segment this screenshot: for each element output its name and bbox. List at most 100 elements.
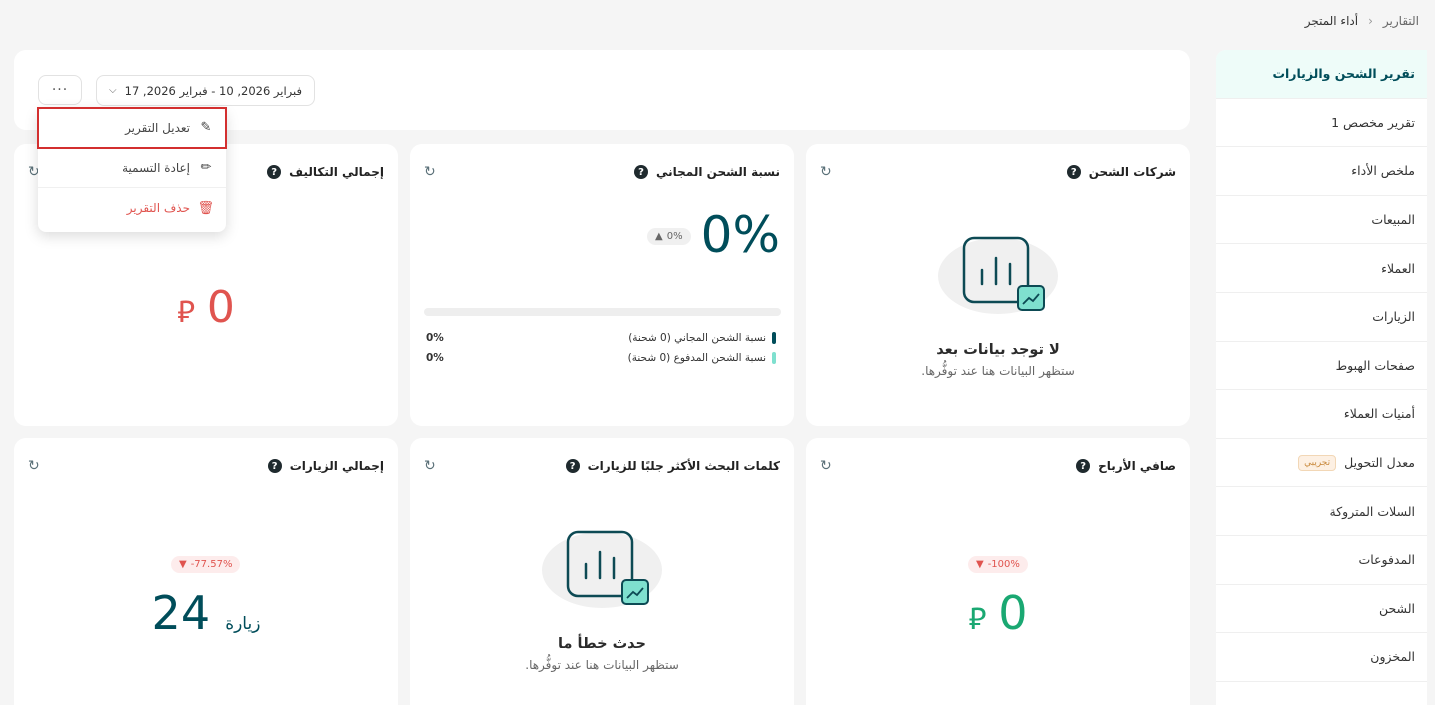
sidebar-item-label: الزيارات [1372,309,1415,325]
trash-icon: 🗑 [197,200,214,216]
refresh-icon[interactable]: ↻ [28,458,40,474]
trend-value: 0% [666,231,683,242]
card-title: إجمالي الزيارات [289,459,384,473]
sidebar-item-label: المدفوعات [1358,552,1415,568]
triangle-up-icon: ▲ [655,231,663,242]
sidebar-item-payments[interactable]: المدفوعات [1216,536,1427,585]
breadcrumb: التقارير ‹ أداء المتجر [1305,14,1419,28]
card-title: إجمالي التكاليف [289,165,384,179]
refresh-icon[interactable]: ↻ [424,164,436,180]
free-shipping-value: 0% [700,206,780,264]
sidebar-item-label: معدل التحويل [1344,455,1415,471]
total-costs-value: ⃁ 0 [14,282,398,333]
menu-item-label: حذف التقرير [126,201,190,215]
menu-item-label: تعديل التقرير [125,120,190,135]
chevron-left-icon: ‹ [1368,14,1373,28]
trend-badge: ▼ -100% [968,556,1028,573]
card-title: شركات الشحن [1088,165,1176,179]
sidebar-item-label: الشحن [1378,600,1415,616]
reports-sidebar: تقرير الشحن والزيارات تقرير مخصص 1 ملخص … [1216,50,1427,705]
refresh-icon[interactable]: ↻ [820,458,832,474]
legend-label: نسبة الشحن المجاني (0 شحنة) [628,332,766,344]
currency-icon: ⃁ [968,602,987,637]
breadcrumb-root[interactable]: التقارير [1383,14,1419,28]
card-total-visits: إجمالي الزيارات ? ↻ ▼ -77.57% 24 زيارة [14,438,398,705]
beta-badge: تجريبي [1298,454,1337,471]
sidebar-item-performance[interactable]: ملخص الأداء [1216,147,1427,196]
empty-subtitle: ستظهر البيانات هنا عند توفُّرها. [921,364,1075,378]
menu-item-label: إعادة التسمية [122,160,190,175]
currency-icon: ⃁ [177,295,195,330]
refresh-icon[interactable]: ↻ [820,164,832,180]
card-free-shipping: نسبة الشحن المجاني ? ↻ 0% ▲ 0% نسبة الشحن… [410,144,794,426]
empty-state: لا توجد بيانات بعد ستظهر البيانات هنا عن… [806,342,1190,378]
breadcrumb-current: أداء المتجر [1304,14,1359,28]
pencil-icon: ✏ [200,160,212,175]
help-icon[interactable]: ? [565,459,580,473]
error-state: حدث خطأ ما ستظهر البيانات هنا عند توفُّر… [410,636,794,672]
error-title: حدث خطأ ما [558,636,646,652]
help-icon[interactable]: ? [634,165,648,179]
menu-item-edit-report[interactable]: ✎ تعديل التقرير [37,107,227,149]
sidebar-item-conversion[interactable]: معدل التحويل تجريبي [1216,439,1427,488]
error-subtitle: ستظهر البيانات هنا عند توفُّرها. [525,658,679,672]
menu-item-rename[interactable]: ✏ إعادة التسمية [38,148,226,188]
trend-badge: ▼ -77.57% [171,556,241,573]
sidebar-item-inventory[interactable]: المخزون [1216,633,1427,682]
sidebar-item-label: تقرير مخصص 1 [1331,114,1415,130]
sidebar-item-label: العملاء [1381,260,1415,276]
total-visits-value: 24 زيارة [14,586,398,640]
triangle-down-icon: ▼ [976,559,984,570]
sidebar-item-label: السلات المتروكة [1329,503,1416,519]
legend-swatch [772,352,776,364]
card-title: صافي الأرباح [1098,459,1176,473]
sidebar-item-label: ملخص الأداء [1351,163,1415,179]
total-visits-unit: زيارة [225,614,261,634]
date-range-picker[interactable]: فبراير 2026, 10 - فبراير 2026, 17 ⌵ [96,75,315,106]
card-top-keywords: كلمات البحث الأكثر جلبًا للزيارات ? ↻ حد… [410,438,794,705]
help-icon[interactable]: ? [267,165,282,179]
chart-empty-icon [938,236,1058,314]
card-title: نسبة الشحن المجاني [656,165,780,179]
sidebar-item-label: صفحات الهبوط [1335,357,1415,373]
sidebar-item-abandoned-carts[interactable]: السلات المتروكة [1216,487,1427,536]
trend-badge: ▲ 0% [647,228,691,245]
sidebar-item-label: المخزون [1370,649,1415,665]
legend-free: نسبة الشحن المجاني (0 شحنة) 0% [426,332,776,344]
legend-value: 0% [426,332,444,344]
trend-value: -77.57% [190,559,233,570]
sidebar-item-sales[interactable]: المبيعات [1216,196,1427,245]
sidebar-item-label: أمنيات العملاء [1343,406,1415,422]
sidebar-item-custom-report[interactable]: تقرير مخصص 1 [1216,99,1427,148]
menu-item-delete-report[interactable]: 🗑 حذف التقرير [38,188,226,228]
date-range-value: فبراير 2026, 10 - فبراير 2026, 17 [124,83,302,98]
legend-label: نسبة الشحن المدفوع (0 شحنة) [627,352,766,364]
chart-error-icon [542,530,662,608]
card-shipping-companies: شركات الشحن ? ↻ لا توجد بيانات بعد ستظهر… [806,144,1190,426]
total-visits-amount: 24 [151,586,211,640]
sidebar-item-shipping-visits[interactable]: تقرير الشحن والزيارات [1216,50,1427,99]
net-profit-value: ⃁ 0 [806,586,1190,640]
sidebar-item-wishlists[interactable]: أمنيات العملاء [1216,390,1427,439]
empty-title: لا توجد بيانات بعد [936,342,1060,358]
card-net-profit: صافي الأرباح ? ↻ ▼ -100% ⃁ 0 [806,438,1190,705]
help-icon[interactable]: ? [1076,459,1091,473]
total-costs-amount: 0 [206,282,235,333]
sidebar-item-customers[interactable]: العملاء [1216,244,1427,293]
edit-sparkle-icon: ✎ [200,120,212,135]
sidebar-item-label: المبيعات [1371,212,1415,228]
chevron-down-icon: ⌵ [109,85,117,96]
trend-value: -100% [987,559,1020,570]
net-profit-amount: 0 [998,586,1028,640]
sidebar-item-shipping[interactable]: الشحن [1216,585,1427,634]
more-options-button[interactable]: ··· [38,75,82,105]
help-icon[interactable]: ? [1066,165,1081,179]
sidebar-item-landing-pages[interactable]: صفحات الهبوط [1216,342,1427,391]
help-icon[interactable]: ? [267,459,282,473]
triangle-down-icon: ▼ [179,559,187,570]
card-title: كلمات البحث الأكثر جلبًا للزيارات [587,459,780,473]
sidebar-item-visits[interactable]: الزيارات [1216,293,1427,342]
refresh-icon[interactable]: ↻ [424,458,436,474]
free-shipping-progress [424,308,781,316]
report-options-menu: ✎ تعديل التقرير ✏ إعادة التسمية 🗑 حذف ال… [37,107,227,232]
